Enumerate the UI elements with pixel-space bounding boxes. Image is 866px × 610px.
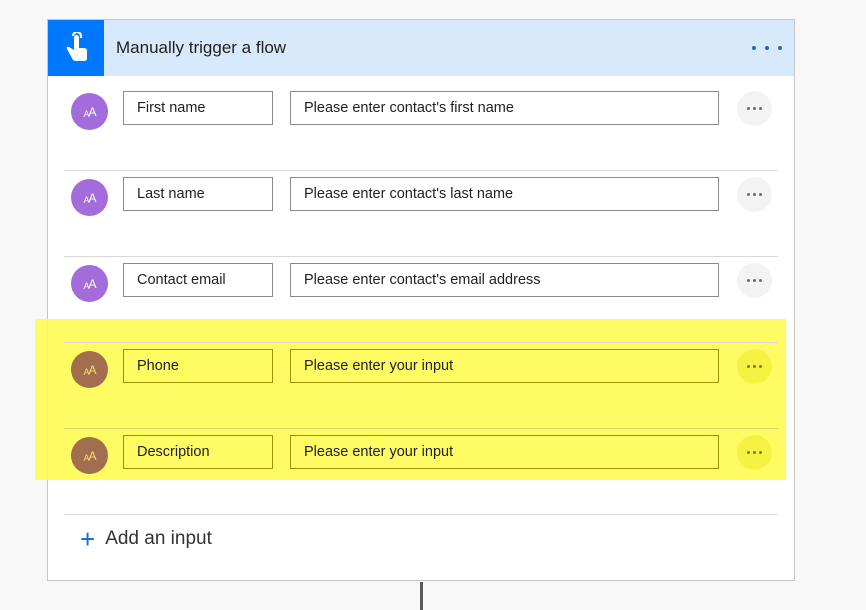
text-type-icon: AA xyxy=(71,265,108,302)
text-type-icon: AA xyxy=(71,179,108,216)
input-name-field[interactable]: Last name xyxy=(123,177,273,211)
plus-icon: + xyxy=(80,524,96,554)
flow-connector-line xyxy=(420,582,423,610)
input-description-field[interactable]: Please enter your input xyxy=(290,349,719,383)
input-description-field[interactable]: Please enter your input xyxy=(290,435,719,469)
input-description-field[interactable]: Please enter contact's email address xyxy=(290,263,719,297)
input-row-last-name: AA Last name Please enter contact's last… xyxy=(48,171,794,257)
input-more-options-button[interactable] xyxy=(737,349,772,384)
input-name-field[interactable]: Phone xyxy=(123,349,273,383)
input-name-field[interactable]: Contact email xyxy=(123,263,273,297)
input-description-field[interactable]: Please enter contact's last name xyxy=(290,177,719,211)
add-input-label: Add an input xyxy=(105,528,212,549)
add-input-button[interactable]: + Add an input xyxy=(80,524,212,554)
row-divider xyxy=(64,514,778,515)
inputs-container: AA First name Please enter contact's fir… xyxy=(47,19,795,581)
input-more-options-button[interactable] xyxy=(737,263,772,298)
text-type-icon: AA xyxy=(71,437,108,474)
input-more-options-button[interactable] xyxy=(737,91,772,126)
input-name-field[interactable]: Description xyxy=(123,435,273,469)
input-more-options-button[interactable] xyxy=(737,435,772,470)
text-type-icon: AA xyxy=(71,351,108,388)
input-description-field[interactable]: Please enter contact's first name xyxy=(290,91,719,125)
input-row-first-name: AA First name Please enter contact's fir… xyxy=(48,85,794,171)
input-name-field[interactable]: First name xyxy=(123,91,273,125)
input-row-phone: AA Phone Please enter your input xyxy=(48,343,794,429)
input-more-options-button[interactable] xyxy=(737,177,772,212)
text-type-icon: AA xyxy=(71,93,108,130)
input-row-description: AA Description Please enter your input xyxy=(48,429,794,515)
input-row-contact-email: AA Contact email Please enter contact's … xyxy=(48,257,794,343)
